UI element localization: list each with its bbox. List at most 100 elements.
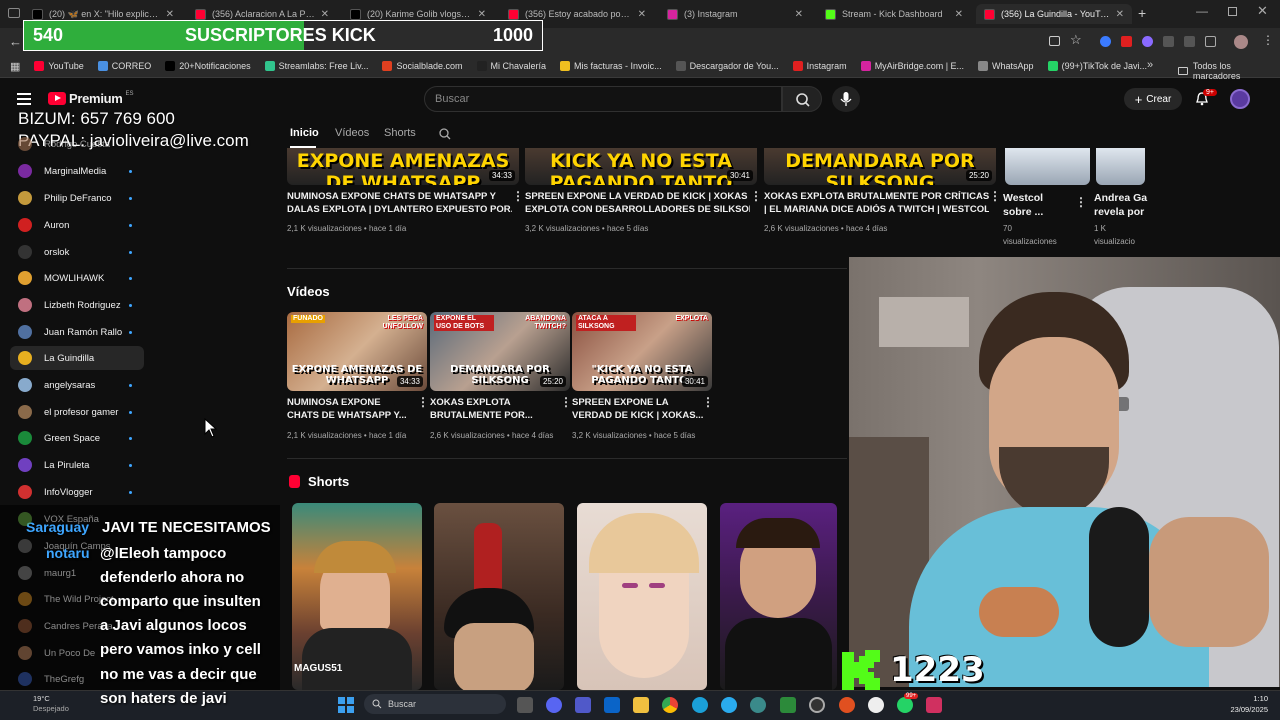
short-thumbnail[interactable]: MAGUS51 [292,503,422,690]
channel-search-icon[interactable] [438,127,452,146]
bookmark-item[interactable]: MyAirBridge.com | E... [860,61,964,71]
bookmark-item[interactable]: WhatsApp [978,61,1034,71]
video-title[interactable]: SPREEN EXPONE LA VERDAD DE KICK | XOKAS [525,191,750,203]
sidebar-channel-item[interactable]: Auron [10,213,144,237]
video-title[interactable]: BRUTALMENTE POR... [430,410,560,422]
close-tab-icon[interactable]: ✕ [638,9,646,20]
sidebar-channel-item[interactable]: VOX España [10,507,144,531]
close-window-button[interactable]: ✕ [1257,3,1268,19]
snipping-tool-icon[interactable] [926,697,942,713]
bookmark-item[interactable]: Socialblade.com [382,61,463,71]
bookmark-item[interactable]: (99+)TikTok de Javi... [1047,61,1147,71]
sidebar-channel-item[interactable]: MOWLIHAWK [10,266,144,290]
whatsapp-icon[interactable] [897,697,913,713]
video-title[interactable]: EXPLOTA CON DESARROLLADORES DE SILKSONG … [525,204,750,216]
youtube-premium-logo[interactable]: Premium ES [48,91,134,106]
browser-tab[interactable]: (20) Karime Golib vlogs en X: "I ✕ [342,4,494,24]
windows-start-icon[interactable] [338,697,354,713]
edge-icon[interactable] [692,697,708,713]
obs-icon[interactable] [809,697,825,713]
video-thumbnail[interactable]: EXPONE AMENAZAS DE WHATSAPP 34:33 [287,148,519,185]
short-thumbnail[interactable] [720,503,837,690]
close-tab-icon[interactable]: ✕ [166,9,174,20]
video-title[interactable]: VERDAD DE KICK | XOKAS... [572,410,703,422]
browser-tab[interactable]: (356) La Guindilla - YouTube ✕ [976,4,1132,24]
network-icon[interactable] [750,697,766,713]
app-icon[interactable] [868,697,884,713]
short-title[interactable]: sobre ... [1003,206,1043,218]
taskbar-search[interactable]: Buscar [364,694,506,714]
new-tab-button[interactable]: + [1138,5,1146,21]
teams-icon[interactable] [575,697,591,713]
video-thumbnail[interactable]: EXPONE EL USO DE BOTS ABANDONA TWITCH? DEM… [430,312,570,391]
short-title[interactable]: Westcol [1003,192,1043,204]
search-input[interactable]: Buscar [424,86,782,112]
search-button[interactable] [782,86,822,112]
bookmark-item[interactable]: Descargador de You... [675,61,779,71]
more-actions-icon[interactable]: ⋮ [989,189,1001,203]
weather-widget[interactable]: 19°C Despejado [33,694,69,714]
video-thumbnail[interactable]: KICK YA NO ESTA PAGANDO TANTO 30:41 [525,148,757,185]
browser-menu-icon[interactable]: ⋮ [1262,33,1274,47]
bookmark-item[interactable]: 20+Notificaciones [165,61,251,71]
short-thumbnail[interactable] [1005,148,1090,185]
telegram-icon[interactable] [721,697,737,713]
outlook-icon[interactable] [604,697,620,713]
short-title[interactable]: revela por [1094,206,1144,218]
more-actions-icon[interactable]: ⋮ [417,395,429,409]
video-thumbnail[interactable]: ATACA A SILKSONG EXPLOTA "KICK YA NO ESTA … [572,312,712,391]
close-tab-icon[interactable]: ✕ [478,9,486,20]
video-title[interactable]: SPREEN EXPONE LA [572,397,702,409]
bookmarks-overflow-icon[interactable]: » [1147,59,1153,71]
hamburger-menu-icon[interactable] [17,93,31,105]
bookmark-item[interactable]: Instagram [792,61,847,71]
profile-avatar[interactable] [1234,35,1248,49]
voice-search-button[interactable] [832,86,860,112]
bookmark-item[interactable]: Streamlabs: Free Liv... [264,61,368,71]
close-tab-icon[interactable]: ✕ [1116,9,1124,20]
more-actions-icon[interactable]: ⋮ [512,189,524,203]
sidebar-channel-item[interactable]: La Guindilla [10,346,144,370]
video-thumbnail[interactable]: FUNADO LES PEGA UNFOLLOW EXPONE AMENAZAS D… [287,312,427,391]
bookmark-item[interactable]: Mis facturas - Invoic... [560,61,662,71]
sidebar-channel-item[interactable]: Green Space [10,426,144,450]
video-title[interactable]: NUMINOSA EXPONE CHATS DE WHATSAPP Y [287,191,512,203]
discord-icon[interactable] [546,697,562,713]
sidebar-channel-item[interactable]: Juan Ramón Rallo [10,320,144,344]
sidebar-channel-item[interactable]: La Piruleta [10,453,144,477]
close-tab-icon[interactable]: ✕ [955,9,963,20]
short-thumbnail[interactable] [577,503,707,690]
tab-list-icon[interactable] [8,8,20,18]
video-title[interactable]: NUMINOSA EXPONE [287,397,417,409]
sidebar-channel-item[interactable]: MarginalMedia [10,159,144,183]
apps-grid-icon[interactable]: ▦ [10,60,20,73]
bookmark-star-icon[interactable]: ☆ [1070,32,1082,48]
bookmark-item[interactable]: YouTube [34,61,84,71]
back-arrow-icon[interactable]: ← [9,34,22,49]
short-title[interactable]: Andrea Ga [1094,192,1147,204]
close-tab-icon[interactable]: ✕ [321,9,329,20]
tab-videos[interactable]: Vídeos [335,127,369,139]
browser-tab[interactable]: (3) Instagram ✕ [659,4,811,24]
account-avatar[interactable] [1230,89,1250,109]
system-clock[interactable]: 1:10 23/09/2025 [1222,693,1268,715]
video-thumbnail[interactable]: DEMANDARA POR SILKSONG 25:20 [764,148,996,185]
browser-tab[interactable]: Stream - Kick Dashboard ✕ [817,4,971,24]
minimize-button[interactable]: — [1196,4,1208,18]
more-actions-icon[interactable]: ⋮ [560,395,572,409]
sidebar-channel-item[interactable]: Rodrigo Cuesta [10,132,144,156]
sidebar-channel-item[interactable]: InfoVlogger [10,480,144,504]
task-view-icon[interactable] [517,697,533,713]
video-title[interactable]: XOKAS EXPLOTA BRUTALMENTE POR CRÍTICAS [764,191,989,203]
sidebar-channel-item[interactable]: Philip DeFranco [10,186,144,210]
short-thumbnail[interactable] [1096,148,1145,185]
more-actions-icon[interactable]: ⋮ [702,395,714,409]
video-title[interactable]: CHATS DE WHATSAPP Y... [287,410,417,422]
bookmark-item[interactable]: CORREO [97,61,151,71]
video-title[interactable]: XOKAS EXPLOTA [430,397,560,409]
video-title[interactable]: | EL MARIANA DICE ADIÓS A TWITCH | WESTC… [764,204,989,216]
create-button[interactable]: + Crear [1124,88,1182,110]
more-actions-icon[interactable]: ⋮ [1075,195,1087,209]
tab-shorts[interactable]: Shorts [384,127,416,139]
tab-inicio[interactable]: Inicio [290,127,319,139]
